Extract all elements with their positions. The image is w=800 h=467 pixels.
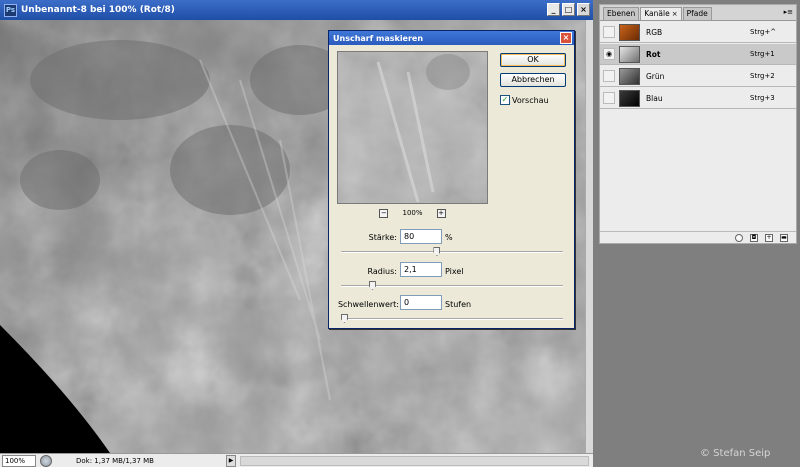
dialog-titlebar[interactable]: Unscharf maskieren × — [329, 31, 574, 45]
document-titlebar[interactable]: Ps Unbenannt-8 bei 100% (Rot/8) _ □ × — [0, 0, 593, 20]
channel-shortcut-rgb: Strg+^ — [750, 28, 777, 36]
new-channel-icon[interactable]: + — [765, 233, 773, 242]
cancel-button[interactable]: Abbrechen — [500, 73, 566, 87]
globe-icon[interactable] — [40, 454, 52, 467]
channel-thumbnail-blue — [619, 89, 640, 107]
dialog-title: Unscharf maskieren — [333, 33, 424, 43]
preview-zoom-controls: − 100% + — [337, 207, 488, 219]
preview-zoom-level: 100% — [402, 209, 423, 217]
preview-checkbox[interactable]: ✓ — [500, 95, 510, 105]
unsharp-mask-dialog: Unscharf maskieren × − 100% + OK Abbrech… — [328, 30, 575, 329]
radius-slider[interactable] — [341, 281, 563, 290]
panel-tabs: Ebenen Kanäle × Pfade ▸≡ — [600, 5, 796, 21]
photoshop-icon: Ps — [4, 3, 17, 17]
amount-input[interactable]: 80 — [400, 229, 442, 244]
tab-paths-label: Pfade — [686, 9, 708, 18]
channel-shortcut-green: Strg+2 — [750, 72, 775, 80]
filter-preview[interactable] — [337, 51, 488, 204]
preview-label: Vorschau — [512, 95, 549, 105]
amount-slider[interactable] — [341, 247, 563, 256]
channel-shortcut-red: Strg+1 — [750, 50, 775, 58]
channel-thumbnail-red — [619, 45, 640, 63]
save-mask-icon[interactable]: ◘ — [750, 233, 758, 242]
preview-option[interactable]: ✓ Vorschau — [500, 95, 549, 105]
channel-name-red: Rot — [646, 49, 661, 59]
status-bar: 100% Dok: 1,37 MB/1,37 MB ▶ — [0, 453, 593, 467]
visibility-toggle-blue[interactable] — [603, 92, 615, 104]
zoom-field[interactable]: 100% — [2, 454, 36, 467]
channel-selection-icon[interactable] — [735, 233, 743, 242]
panel-menu-icon[interactable]: ▸≡ — [784, 8, 793, 16]
threshold-label: Schwellenwert: — [337, 300, 399, 309]
tab-channels[interactable]: Kanäle × — [640, 7, 682, 20]
tab-paths[interactable]: Pfade — [682, 7, 712, 20]
document-title: Unbenannt-8 bei 100% (Rot/8) — [21, 5, 175, 15]
status-menu-arrow-icon[interactable]: ▶ — [226, 454, 236, 467]
tab-close-icon[interactable]: × — [672, 10, 678, 18]
preview-image — [338, 52, 487, 203]
channel-row-green[interactable]: Grün Strg+2 — [600, 66, 796, 87]
radius-label: Radius: — [367, 267, 397, 276]
threshold-slider[interactable] — [341, 314, 563, 323]
channel-shortcut-blue: Strg+3 — [750, 94, 775, 102]
trash-icon[interactable]: ▬ — [780, 233, 788, 242]
channel-name-green: Grün — [646, 71, 665, 81]
horizontal-scrollbar[interactable] — [240, 455, 589, 466]
minimize-icon[interactable]: _ — [547, 3, 560, 16]
radius-unit: Pixel — [445, 267, 464, 276]
eye-icon[interactable]: ◉ — [603, 48, 615, 60]
amount-unit: % — [445, 233, 453, 242]
vertical-scrollbar[interactable] — [585, 20, 593, 453]
channel-name-blue: Blau — [646, 93, 663, 103]
tab-layers[interactable]: Ebenen — [603, 7, 640, 20]
radius-slider-thumb[interactable] — [368, 281, 376, 290]
visibility-toggle-rgb[interactable] — [603, 26, 615, 38]
channel-name-rgb: RGB — [646, 27, 663, 37]
amount-label: Stärke: — [368, 233, 397, 242]
channel-row-rgb[interactable]: RGB Strg+^ — [600, 22, 796, 43]
copyright-watermark: © Stefan Seip — [700, 448, 771, 459]
tab-channels-label: Kanäle — [644, 9, 670, 18]
dialog-close-icon[interactable]: × — [560, 32, 572, 44]
amount-slider-thumb[interactable] — [433, 247, 441, 256]
channel-thumbnail-green — [619, 67, 640, 85]
threshold-slider-thumb[interactable] — [341, 314, 348, 323]
channel-thumbnail-rgb — [619, 23, 640, 41]
close-icon[interactable]: × — [577, 3, 590, 16]
channel-row-blue[interactable]: Blau Strg+3 — [600, 88, 796, 109]
threshold-input[interactable]: 0 — [400, 295, 442, 310]
document-size-info: Dok: 1,37 MB/1,37 MB — [76, 456, 154, 465]
maximize-icon[interactable]: □ — [562, 3, 575, 16]
tab-layers-label: Ebenen — [607, 9, 636, 18]
channel-row-red[interactable]: ◉ Rot Strg+1 — [600, 44, 796, 65]
panel-footer: ◘ + ▬ — [600, 231, 796, 243]
zoom-in-icon[interactable]: + — [436, 208, 446, 218]
visibility-toggle-green[interactable] — [603, 70, 615, 82]
channels-panel: Ebenen Kanäle × Pfade ▸≡ RGB Strg+^ ◉ Rot… — [599, 4, 797, 244]
zoom-out-icon[interactable]: − — [379, 208, 389, 218]
ok-button[interactable]: OK — [500, 53, 566, 67]
radius-input[interactable]: 2,1 — [400, 262, 442, 277]
threshold-unit: Stufen — [445, 300, 472, 309]
